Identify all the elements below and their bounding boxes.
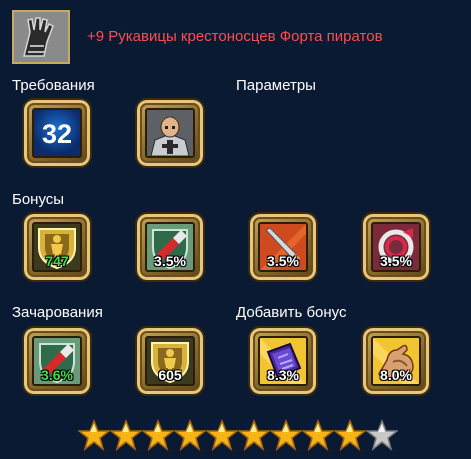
enchantment-value-1: 3.6%	[41, 367, 73, 383]
star-filled-icon	[270, 419, 302, 451]
star-rating	[78, 419, 398, 451]
star-filled-icon	[238, 419, 270, 451]
gauntlet-icon	[14, 12, 68, 62]
bonus-slot-3[interactable]: 3.5%	[248, 212, 318, 282]
bonus-value-3: 3.5%	[267, 253, 299, 269]
requirements-label: Требования	[12, 77, 95, 94]
star-filled-icon	[334, 419, 366, 451]
enchantment-value-2: 605	[158, 367, 182, 383]
add-bonus-value-1: 8.3%	[267, 367, 299, 383]
star-filled-icon	[110, 419, 142, 451]
level-requirement-slot: 32	[22, 98, 92, 168]
item-name: +9 Рукавицы крестоносцев Форта пиратов	[87, 28, 383, 45]
star-filled-icon	[174, 419, 206, 451]
sword-attack-icon: 3.5%	[258, 222, 308, 272]
star-empty-icon	[366, 419, 398, 451]
add-bonus-slot-2[interactable]: 8.0%	[361, 326, 431, 396]
parameters-label: Параметры	[236, 77, 316, 94]
enchantment-slot-2[interactable]: 605	[135, 326, 205, 396]
level-value: 32	[41, 119, 73, 149]
add-bonus-value-2: 8.0%	[380, 367, 412, 383]
critical-shield-icon: 3.5%	[145, 222, 195, 272]
star-filled-icon	[142, 419, 174, 451]
star-filled-icon	[78, 419, 110, 451]
star-filled-icon	[206, 419, 238, 451]
critical-ring-icon: 3.5%	[371, 222, 421, 272]
health-shield-icon: 605	[145, 336, 195, 386]
item-thumbnail	[12, 10, 70, 64]
bonus-value-2: 3.5%	[154, 253, 186, 269]
enchantment-slot-1[interactable]: 3.6%	[22, 326, 92, 396]
bonus-slot-2[interactable]: 3.5%	[135, 212, 205, 282]
health-shield-icon: 747	[32, 222, 82, 272]
bonus-value-1: 747	[45, 253, 69, 269]
bonus-value-4: 3.5%	[380, 253, 412, 269]
magic-tome-icon: 8.3%	[258, 336, 308, 386]
knight-portrait-icon	[145, 108, 195, 158]
strength-arm-icon: 8.0%	[371, 336, 421, 386]
enchantments-label: Зачарования	[12, 304, 103, 321]
star-filled-icon	[302, 419, 334, 451]
critical-shield-icon: 3.6%	[32, 336, 82, 386]
level-badge: 32	[32, 108, 82, 158]
add-bonus-slot-1[interactable]: 8.3%	[248, 326, 318, 396]
bonus-slot-1[interactable]: 747	[22, 212, 92, 282]
bonus-slot-4[interactable]: 3.5%	[361, 212, 431, 282]
bonuses-label: Бонусы	[12, 191, 65, 208]
add-bonus-label: Добавить бонус	[236, 304, 347, 321]
character-requirement-slot[interactable]	[135, 98, 205, 168]
